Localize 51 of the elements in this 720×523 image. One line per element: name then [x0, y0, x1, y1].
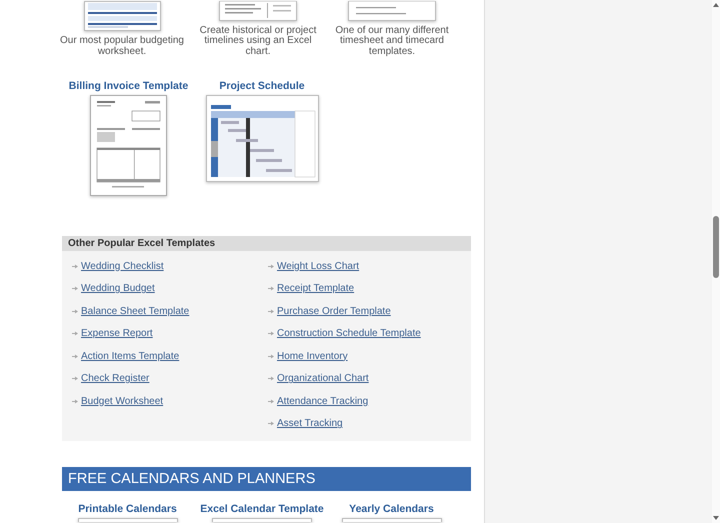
arrow-bullet-icon — [268, 398, 274, 404]
template-title[interactable]: Printable Calendars — [78, 503, 177, 515]
template-link[interactable]: Asset Tracking — [277, 418, 343, 430]
arrow-bullet-icon — [72, 286, 78, 292]
template-title[interactable]: Project Schedule — [219, 80, 305, 92]
template-title[interactable]: Yearly Calendars — [349, 503, 434, 515]
template-link[interactable]: Wedding Checklist — [81, 260, 164, 272]
template-thumbnail-drawing[interactable] — [84, 1, 160, 31]
template-link[interactable]: Weight Loss Chart — [277, 260, 360, 272]
template-link[interactable]: Action Items Template — [81, 350, 180, 362]
template-caption: One of our many different timesheet and timecard templates. — [334, 26, 450, 57]
arrow-bullet-icon — [72, 331, 78, 336]
arrow-bullet-icon — [268, 264, 274, 269]
template-link[interactable]: Purchase Order Template — [277, 306, 391, 317]
template-thumbnail-drawing[interactable] — [78, 518, 178, 522]
template-thumbnail-drawing[interactable] — [348, 0, 436, 20]
template-thumbnail-drawing[interactable] — [90, 95, 167, 196]
arrow-bullet-icon — [268, 354, 274, 359]
template-link[interactable]: Budget Worksheet — [81, 396, 164, 407]
template-link[interactable]: Organizational Chart — [277, 373, 369, 384]
template-thumbnail-drawing[interactable] — [212, 518, 312, 522]
template-link[interactable]: Check Register — [81, 373, 150, 384]
template-thumbnail-drawing[interactable] — [342, 518, 442, 522]
arrow-bullet-icon — [72, 354, 78, 359]
template-title[interactable]: Billing Invoice Template — [68, 80, 188, 92]
template-caption: Create historical or project timelines using an Excel chart. — [198, 26, 318, 57]
arrow-bullet-icon — [72, 264, 78, 269]
scrollbar-thumb[interactable] — [713, 216, 719, 278]
template-thumbnail-drawing[interactable] — [206, 95, 318, 182]
template-link[interactable]: Wedding Budget — [81, 283, 155, 294]
template-link[interactable]: Balance Sheet Template — [81, 306, 190, 317]
template-link[interactable]: Construction Schedule Template — [277, 328, 421, 340]
arrow-bullet-icon — [268, 308, 274, 314]
arrow-bullet-icon — [268, 376, 274, 382]
arrow-bullet-icon — [72, 308, 78, 314]
arrow-bullet-icon — [72, 376, 78, 382]
scroll-up-icon[interactable] — [713, 3, 719, 7]
section-header: Other Popular Excel Templates — [62, 236, 471, 251]
template-caption: Our most popular budgeting worksheet. — [59, 36, 185, 57]
scroll-down-icon[interactable] — [713, 516, 719, 520]
section-banner: FREE CALENDARS AND PLANNERS — [62, 467, 471, 491]
arrow-bullet-icon — [268, 421, 274, 426]
template-link[interactable]: Home Inventory — [277, 350, 348, 362]
template-thumbnail-drawing[interactable] — [219, 0, 297, 20]
arrow-bullet-icon — [268, 286, 274, 292]
template-link[interactable]: Expense Report — [81, 328, 153, 340]
arrow-bullet-icon — [72, 398, 78, 404]
template-link[interactable]: Receipt Template — [277, 283, 354, 294]
template-title[interactable]: Excel Calendar Template — [200, 503, 324, 515]
template-link[interactable]: Attendance Tracking — [277, 396, 368, 407]
arrow-bullet-icon — [268, 331, 274, 336]
